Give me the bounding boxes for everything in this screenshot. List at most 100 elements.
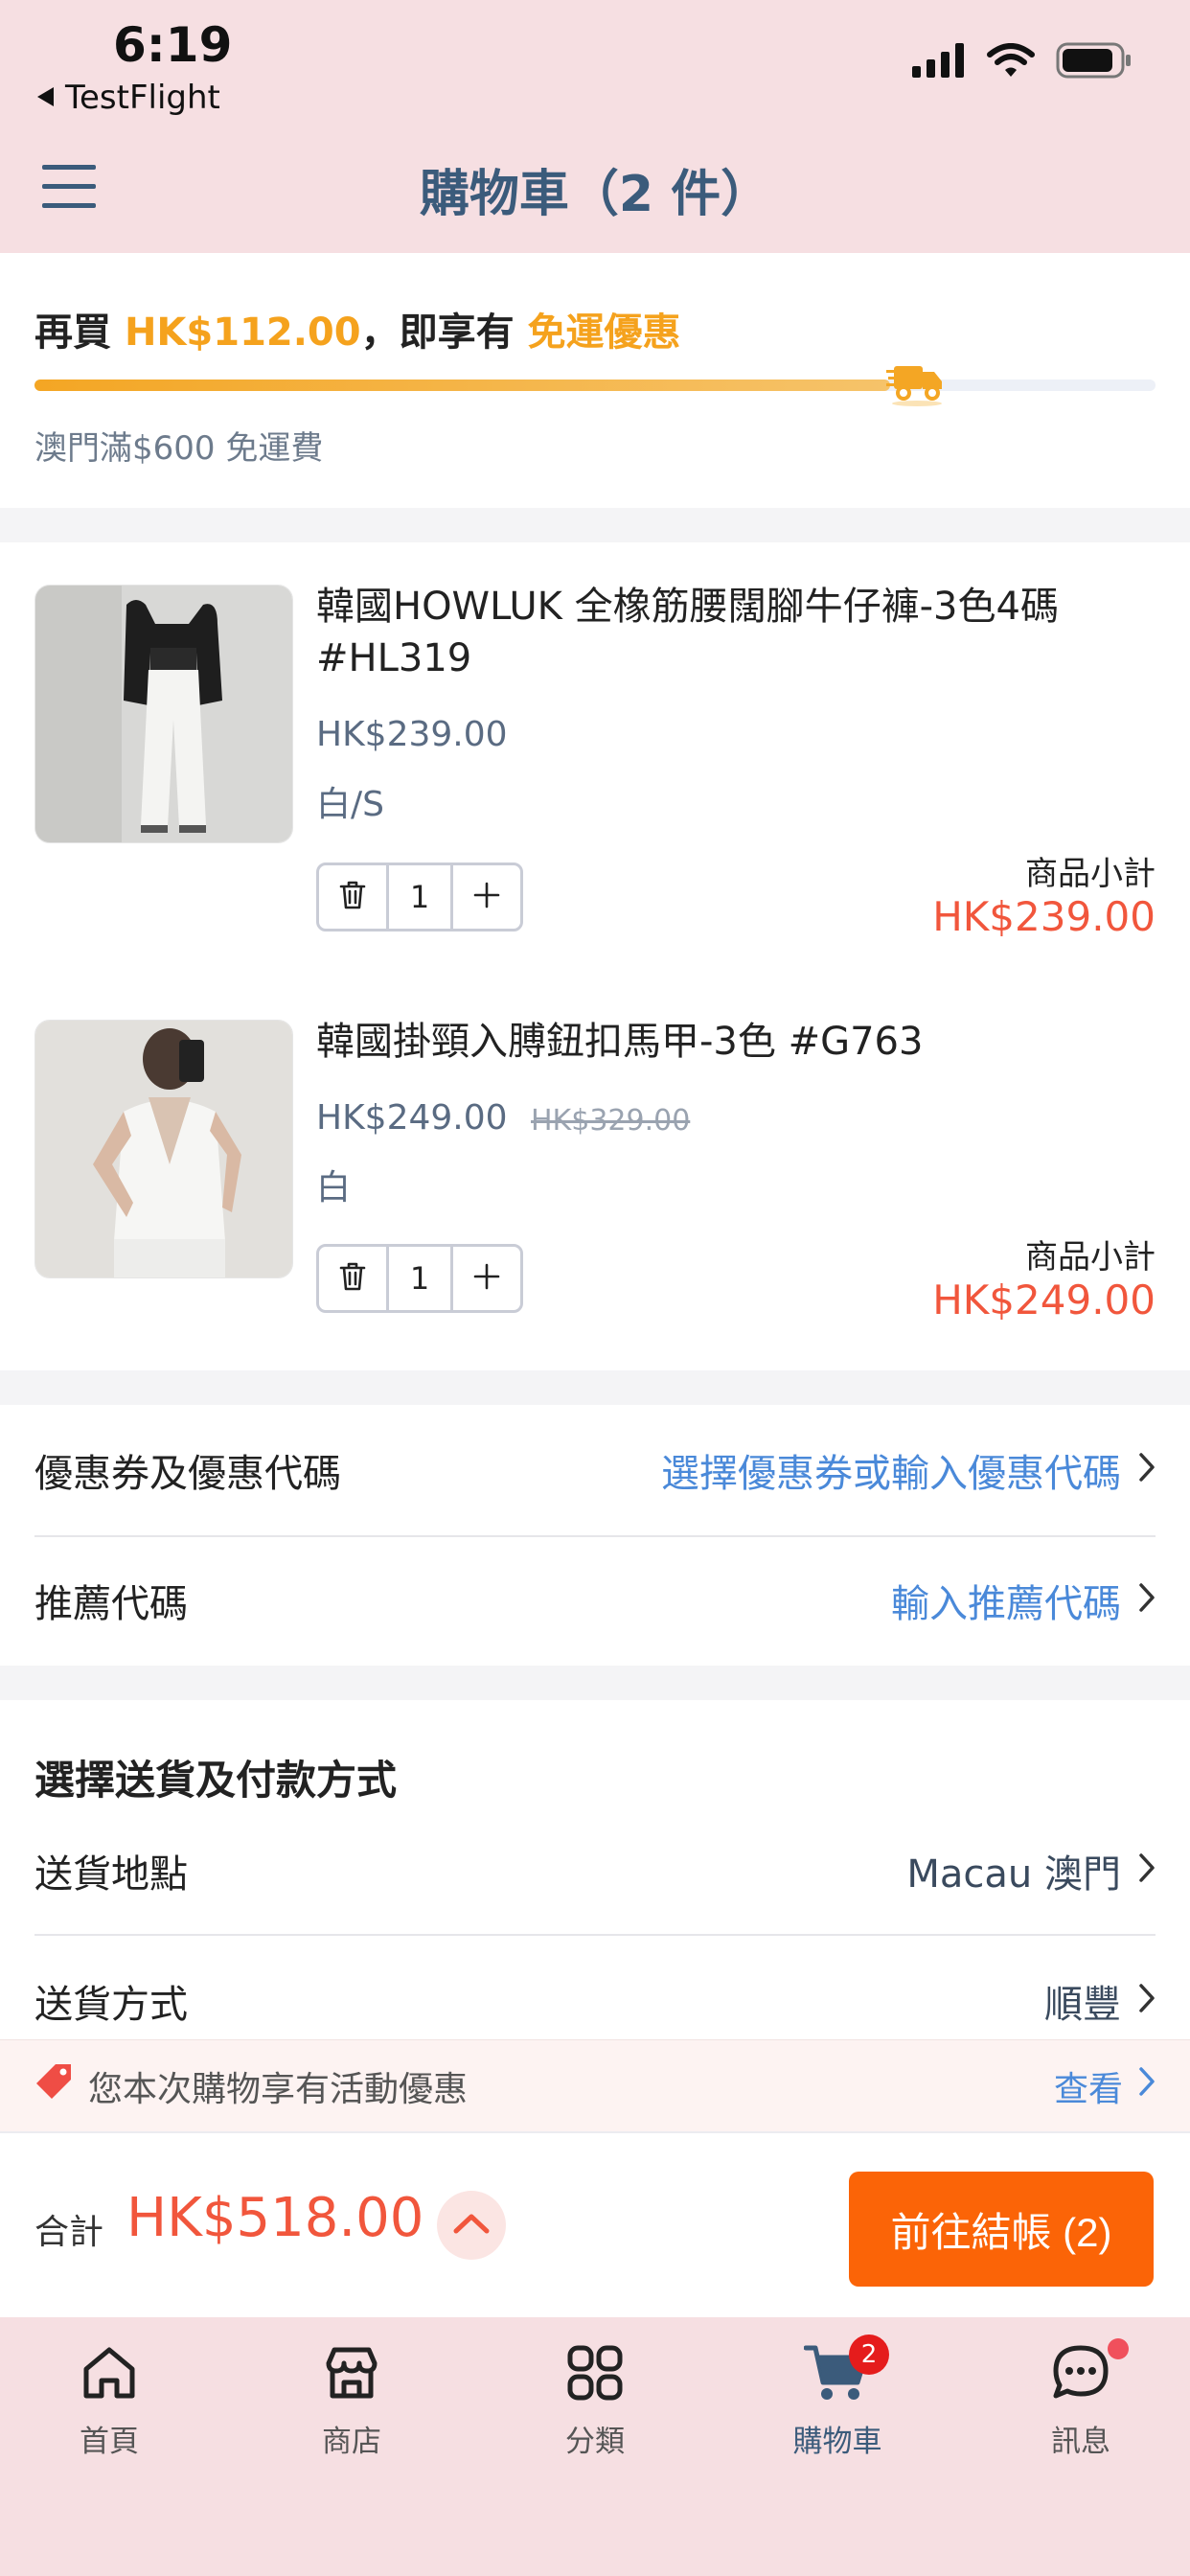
bottom-tab-bar: 首頁 商店 分類 2 購物車 訊息	[0, 2317, 1190, 2576]
product-image[interactable]	[34, 585, 293, 843]
tag-icon	[34, 2062, 73, 2109]
status-time: 6:19	[113, 17, 233, 73]
tab-label: 購物車	[792, 2425, 882, 2459]
chevron-right-icon	[1138, 1849, 1156, 1893]
tab-home[interactable]: 首頁	[13, 2342, 205, 2460]
delete-item-button[interactable]	[319, 865, 386, 929]
back-app-label: TestFlight	[65, 79, 220, 117]
back-triangle-icon	[34, 79, 56, 117]
checkout-bar: 合計 HK$518.00 前往結帳 (2)	[0, 2131, 1190, 2317]
delivery-method-label: 送貨方式	[34, 1983, 188, 2027]
store-icon	[321, 2342, 382, 2407]
view-promotion-link[interactable]: 查看	[1054, 2061, 1156, 2111]
total-label: 合計	[34, 2213, 104, 2252]
total-value: HK$518.00	[126, 2187, 424, 2249]
unread-dot	[1108, 2338, 1129, 2359]
shipping-prefix: 再買	[34, 310, 125, 355]
cart-items: 韓國HOWLUK 全橡筋腰闊腳牛仔褲-3色4碼 #HL319 HK$239.00…	[0, 542, 1190, 1370]
trash-icon	[338, 880, 367, 914]
category-icon	[564, 2342, 626, 2407]
delivery-payment-section: 選擇送貨及付款方式 送貨地點 Macau 澳門 送貨方式 順豐	[0, 1700, 1190, 2045]
chevron-right-icon	[1138, 1578, 1156, 1622]
plus-icon	[472, 881, 501, 913]
status-icons	[912, 42, 1133, 82]
product-variant: 白	[316, 1168, 352, 1208]
page-title: 購物車（2 件）	[419, 166, 771, 223]
referral-label: 推薦代碼	[34, 1582, 188, 1626]
tab-label: 商店	[322, 2425, 381, 2459]
section-title: 選擇送貨及付款方式	[34, 1757, 398, 1804]
home-icon	[79, 2342, 140, 2407]
tab-cart[interactable]: 2 購物車	[742, 2334, 933, 2460]
coupon-action-text: 選擇優惠券或輸入優惠代碼	[661, 1452, 1121, 1496]
shipping-middle: ，即享有	[360, 310, 528, 355]
shipping-amount: HK$112.00	[124, 310, 361, 355]
top-header: 6:19 TestFlight 購物車（2 件）	[0, 0, 1190, 253]
tab-messages[interactable]: 訊息	[985, 2338, 1177, 2460]
subtotal-label: 商品小計	[1025, 855, 1156, 893]
signal-icon	[912, 43, 966, 81]
view-promotion-text: 查看	[1053, 2069, 1123, 2109]
quantity-value[interactable]: 1	[386, 865, 453, 929]
tab-label: 訊息	[1051, 2425, 1110, 2459]
tab-label: 首頁	[80, 2425, 139, 2459]
coupon-label: 優惠券及優惠代碼	[34, 1452, 341, 1496]
back-to-app-link[interactable]: TestFlight	[34, 79, 220, 117]
delivery-method-value[interactable]: 順豐	[1044, 1973, 1156, 2029]
increase-quantity-button[interactable]	[453, 1247, 520, 1310]
referral-action[interactable]: 輸入推薦代碼	[891, 1573, 1156, 1628]
free-shipping-card: 再買 HK$112.00，即享有 免運優惠 澳門滿$600 免運費	[0, 253, 1190, 508]
delete-item-button[interactable]	[319, 1247, 386, 1310]
checkout-button[interactable]: 前往結帳 (2)	[849, 2172, 1154, 2287]
shipping-progress-bar	[34, 380, 1156, 391]
product-image[interactable]	[34, 1020, 293, 1278]
quantity-value[interactable]: 1	[386, 1247, 453, 1310]
delivery-location-label: 送貨地點	[34, 1852, 188, 1897]
referral-row[interactable]: 推薦代碼 輸入推薦代碼	[34, 1535, 1156, 1666]
expand-summary-button[interactable]	[437, 2191, 506, 2260]
promotion-message: 您本次購物享有活動優惠	[34, 2061, 468, 2111]
delivery-method-text: 順豐	[1044, 1983, 1121, 2027]
chevron-right-icon	[1138, 1979, 1156, 2023]
tab-store[interactable]: 商店	[256, 2342, 447, 2460]
tab-label: 分類	[565, 2425, 625, 2459]
cart-item: 韓國HOWLUK 全橡筋腰闊腳牛仔褲-3色4碼 #HL319 HK$239.00…	[0, 542, 1190, 940]
product-original-price: HK$329.00	[531, 1104, 691, 1138]
wifi-icon	[987, 43, 1035, 81]
free-shipping-message: 再買 HK$112.00，即享有 免運優惠	[34, 301, 681, 356]
chevron-right-icon	[1138, 1448, 1156, 1492]
delivery-truck-icon	[886, 358, 946, 410]
coupon-row[interactable]: 優惠券及優惠代碼 選擇優惠券或輸入優惠代碼	[34, 1405, 1156, 1535]
quantity-stepper: 1	[316, 862, 523, 932]
quantity-stepper: 1	[316, 1244, 523, 1313]
promotion-text: 您本次購物享有活動優惠	[88, 2069, 469, 2109]
coupon-action[interactable]: 選擇優惠券或輸入優惠代碼	[661, 1442, 1156, 1498]
delivery-location-row[interactable]: 送貨地點 Macau 澳門	[34, 1806, 1156, 1936]
product-price: HK$239.00	[316, 715, 508, 754]
subtotal-value: HK$239.00	[932, 893, 1156, 940]
referral-action-text: 輸入推薦代碼	[891, 1582, 1121, 1626]
delivery-location-text: Macau 澳門	[906, 1852, 1121, 1897]
chat-icon	[1050, 2342, 1111, 2407]
product-name[interactable]: 韓國HOWLUK 全橡筋腰闊腳牛仔褲-3色4碼 #HL319	[316, 581, 1140, 684]
battery-icon	[1056, 42, 1133, 82]
product-name[interactable]: 韓國掛頸入膊鈕扣馬甲-3色 #G763	[316, 1016, 1140, 1068]
subtotal-value: HK$249.00	[932, 1276, 1156, 1323]
coupon-section: 優惠券及優惠代碼 選擇優惠券或輸入優惠代碼 推薦代碼 輸入推薦代碼	[0, 1405, 1190, 1666]
promotion-banner[interactable]: 您本次購物享有活動優惠 查看	[0, 2039, 1190, 2131]
cart-count-badge: 2	[849, 2334, 889, 2375]
increase-quantity-button[interactable]	[453, 865, 520, 929]
tab-category[interactable]: 分類	[499, 2342, 691, 2460]
shipping-progress-fill	[34, 380, 891, 391]
delivery-location-value[interactable]: Macau 澳門	[906, 1843, 1156, 1898]
plus-icon	[472, 1262, 501, 1295]
cart-item: 韓國掛頸入膊鈕扣馬甲-3色 #G763 HK$249.00 HK$329.00 …	[0, 978, 1190, 1361]
subtotal-label: 商品小計	[1025, 1238, 1156, 1276]
shipping-threshold-note: 澳門滿$600 免運費	[34, 429, 324, 468]
product-price: HK$249.00	[316, 1098, 508, 1138]
shipping-benefit: 免運優惠	[527, 310, 681, 355]
home-indicator	[393, 2543, 797, 2555]
product-variant: 白/S	[316, 785, 384, 824]
chevron-right-icon	[1138, 2066, 1156, 2105]
trash-icon	[338, 1261, 367, 1296]
